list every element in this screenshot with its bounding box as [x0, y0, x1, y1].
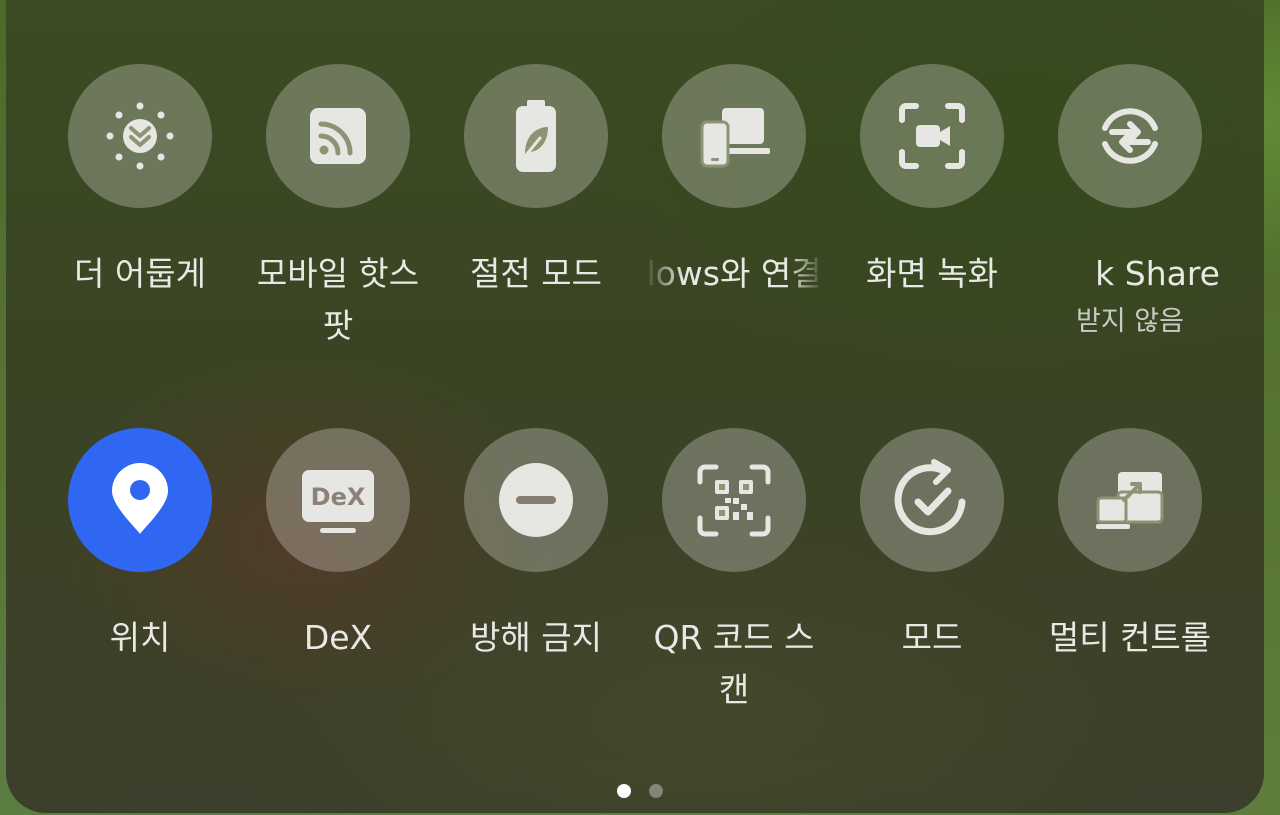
tile-extra-dim[interactable]: 더 어둡게 — [41, 64, 239, 300]
tile-multi-control[interactable]: 멀티 컨트롤 — [1031, 428, 1229, 664]
tile-power-saving[interactable]: 절전 모드 — [437, 64, 635, 300]
qr-scan-icon — [697, 464, 771, 537]
tile-label: 멀티 컨트롤 — [1048, 618, 1212, 657]
quick-settings-panel: 더 어둡게 모바일 핫스팟 절전 모드 lows와 연결 화면 녹화 k Sha… — [6, 0, 1264, 813]
tile-qr-scan[interactable]: QR 코드 스캔 — [635, 428, 833, 716]
do-not-disturb-icon — [499, 463, 573, 537]
page-dot-1[interactable] — [617, 784, 631, 798]
extra-dim-button[interactable] — [68, 64, 212, 208]
link-to-windows-button[interactable] — [662, 64, 806, 208]
tile-location[interactable]: 위치 — [41, 428, 239, 664]
tile-label: DeX — [303, 618, 373, 657]
tile-screen-recorder[interactable]: 화면 녹화 — [833, 64, 1031, 300]
do-not-disturb-button[interactable] — [464, 428, 608, 572]
tile-mobile-hotspot[interactable]: 모바일 핫스팟 — [239, 64, 437, 352]
modes-icon — [894, 459, 966, 536]
tile-label: 모드 — [901, 618, 963, 657]
tile-modes[interactable]: 모드 — [833, 428, 1031, 664]
modes-button[interactable] — [860, 428, 1004, 572]
tile-label: 절전 모드 — [470, 254, 602, 293]
tile-quick-share[interactable]: k Share 받지 않음 — [1031, 64, 1229, 340]
tile-label: QR 코드 스캔 — [653, 618, 815, 709]
multi-control-icon — [1096, 472, 1164, 529]
tile-label: 더 어둡게 — [74, 254, 206, 293]
quick-share-icon — [1102, 108, 1158, 164]
power-saving-icon — [516, 100, 556, 172]
mobile-hotspot-icon — [310, 108, 366, 164]
power-saving-button[interactable] — [464, 64, 608, 208]
qr-scan-button[interactable] — [662, 428, 806, 572]
tile-label: 위치 — [109, 618, 171, 657]
tile-label: k Share — [1095, 254, 1220, 293]
extra-dim-icon — [106, 102, 174, 170]
screen-recorder-icon — [899, 103, 965, 169]
screen-recorder-button[interactable] — [860, 64, 1004, 208]
quick-share-button[interactable] — [1058, 64, 1202, 208]
dex-button[interactable]: DeX — [266, 428, 410, 572]
tile-sublabel: 받지 않음 — [1076, 306, 1184, 337]
tile-label: 화면 녹화 — [866, 254, 998, 293]
tile-dex[interactable]: DeX DeX — [239, 428, 437, 664]
svg-text:DeX: DeX — [311, 483, 366, 511]
mobile-hotspot-button[interactable] — [266, 64, 410, 208]
tile-label: 방해 금지 — [470, 618, 602, 657]
location-icon — [112, 463, 168, 534]
multi-control-button[interactable] — [1058, 428, 1202, 572]
tile-label: 모바일 핫스팟 — [256, 254, 420, 345]
page-dot-2[interactable] — [649, 784, 663, 798]
tile-do-not-disturb[interactable]: 방해 금지 — [437, 428, 635, 664]
link-to-windows-icon — [700, 108, 770, 168]
tile-link-to-windows[interactable]: lows와 연결 — [635, 64, 833, 300]
page-indicator — [0, 784, 1280, 798]
dex-icon: DeX — [302, 470, 374, 533]
location-button[interactable] — [68, 428, 212, 572]
tile-label: lows와 연결 — [646, 254, 822, 293]
